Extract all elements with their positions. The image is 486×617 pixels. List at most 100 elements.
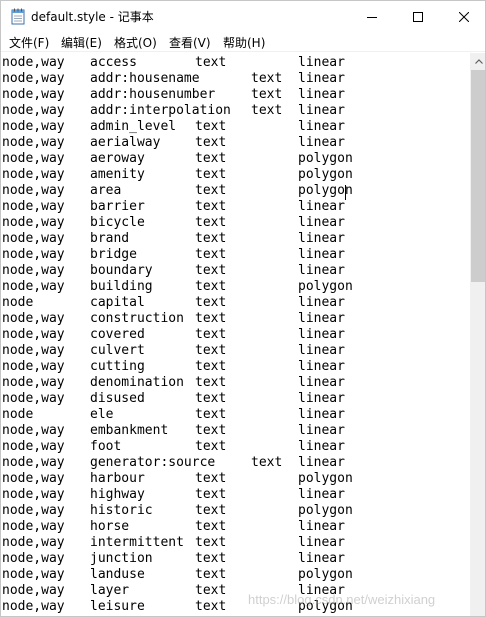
vertical-scrollbar[interactable] (470, 53, 485, 616)
scroll-up-button[interactable] (470, 53, 485, 70)
line-tag-type: text (195, 487, 227, 502)
line-tag-key: generator:source (90, 455, 216, 470)
menu-help[interactable]: 帮助(H) (223, 34, 265, 51)
line-element-types: node,way (2, 359, 65, 374)
line-tag-type: text (251, 455, 283, 470)
text-editor-area[interactable]: node,way access text linear node,way addr:hou… (1, 53, 470, 616)
line-tag-type: text (195, 263, 227, 278)
watermark: https://blog.csdn.net/weizhixiang (248, 592, 436, 607)
line-element-types: node,way (2, 503, 65, 518)
line-element-types: node,way (2, 423, 65, 438)
line-tag-type: text (195, 55, 227, 70)
line-element-types: node,way (2, 519, 65, 534)
line-tag-key: addr:housename (90, 71, 200, 86)
line-tag-flags: linear (298, 439, 345, 454)
menu-format[interactable]: 格式(O) (114, 34, 157, 51)
line-tag-flags: linear (298, 343, 345, 358)
line-tag-key: construction (90, 311, 184, 326)
title-bar[interactable]: default.style - 记事本 (1, 1, 485, 32)
line-tag-key: area (90, 183, 122, 198)
line-tag-key: ele (90, 407, 114, 422)
line-tag-flags: linear (298, 231, 345, 246)
line-element-types: node,way (2, 487, 65, 502)
line-tag-key: bridge (90, 247, 137, 262)
line-tag-type: text (195, 359, 227, 374)
line-tag-flags: linear (298, 391, 345, 406)
minimize-icon (367, 16, 377, 18)
line-tag-flags: linear (298, 407, 345, 422)
line-element-types: node,way (2, 583, 65, 598)
line-tag-type: text (195, 567, 227, 582)
line-element-types: node (2, 407, 34, 422)
line-tag-key: historic (90, 503, 153, 518)
line-tag-type: text (195, 279, 227, 294)
line-tag-type: text (195, 183, 227, 198)
line-tag-type: text (195, 119, 227, 134)
line-tag-flags: linear (298, 519, 345, 534)
menu-file[interactable]: 文件(F) (9, 34, 49, 51)
line-tag-flags: linear (298, 215, 345, 230)
line-tag-type: text (251, 103, 283, 118)
line-tag-flags: linear (298, 135, 345, 150)
line-tag-key: landuse (90, 567, 145, 582)
maximize-button[interactable] (395, 1, 441, 32)
line-tag-type: text (195, 327, 227, 342)
line-tag-key: addr:housenumber (90, 87, 216, 102)
line-tag-type: text (195, 391, 227, 406)
line-tag-key: access (90, 55, 137, 70)
minimize-button[interactable] (349, 1, 395, 32)
line-tag-flags: polygon (298, 471, 353, 486)
line-tag-key: capital (90, 295, 145, 310)
line-tag-flags: linear (298, 487, 345, 502)
close-button[interactable] (441, 1, 485, 32)
line-tag-flags: linear (298, 199, 345, 214)
line-tag-type: text (195, 295, 227, 310)
line-tag-key: admin_level (90, 119, 177, 134)
line-tag-flags: polygon (298, 503, 353, 518)
menu-bar: 文件(F) 编辑(E) 格式(O) 查看(V) 帮助(H) (1, 32, 485, 52)
line-element-types: node,way (2, 599, 65, 614)
line-element-types: node,way (2, 567, 65, 582)
line-tag-type: text (195, 503, 227, 518)
line-tag-key: leisure (90, 599, 145, 614)
line-tag-type: text (195, 423, 227, 438)
line-tag-key: amenity (90, 167, 145, 182)
line-tag-key: building (90, 279, 153, 294)
notepad-window: default.style - 记事本 文件(F) 编辑(E) 格式(O) 查看… (0, 0, 486, 617)
line-tag-type: text (195, 167, 227, 182)
line-tag-key: embankment (90, 423, 169, 438)
line-tag-flags: linear (298, 375, 345, 390)
line-tag-flags: linear (298, 535, 345, 550)
line-element-types: node (2, 295, 34, 310)
chevron-up-icon (474, 59, 483, 64)
line-tag-type: text (195, 311, 227, 326)
menu-view[interactable]: 查看(V) (169, 34, 211, 51)
line-tag-flags: polygon (298, 279, 353, 294)
line-element-types: node,way (2, 151, 65, 166)
line-tag-flags: linear (298, 87, 345, 102)
line-element-types: node,way (2, 455, 65, 470)
scrollbar-thumb[interactable] (471, 70, 485, 282)
line-tag-type: text (195, 439, 227, 454)
menu-edit[interactable]: 编辑(E) (61, 34, 102, 51)
line-tag-type: text (195, 231, 227, 246)
line-element-types: node,way (2, 535, 65, 550)
line-tag-key: culvert (90, 343, 145, 358)
line-tag-key: addr:interpolation (90, 103, 231, 118)
notepad-icon (11, 8, 25, 25)
line-tag-key: bicycle (90, 215, 145, 230)
line-tag-key: boundary (90, 263, 153, 278)
line-element-types: node,way (2, 551, 65, 566)
window-title: default.style - 记事本 (31, 10, 154, 24)
line-tag-flags: linear (298, 263, 345, 278)
line-tag-flags: linear (298, 551, 345, 566)
line-element-types: node,way (2, 215, 65, 230)
line-element-types: node,way (2, 183, 65, 198)
line-tag-flags: linear (298, 327, 345, 342)
line-tag-flags: linear (298, 311, 345, 326)
close-icon (459, 11, 469, 22)
line-tag-type: text (195, 375, 227, 390)
line-tag-key: horse (90, 519, 130, 534)
line-tag-key: barrier (90, 199, 145, 214)
line-tag-key: covered (90, 327, 145, 342)
